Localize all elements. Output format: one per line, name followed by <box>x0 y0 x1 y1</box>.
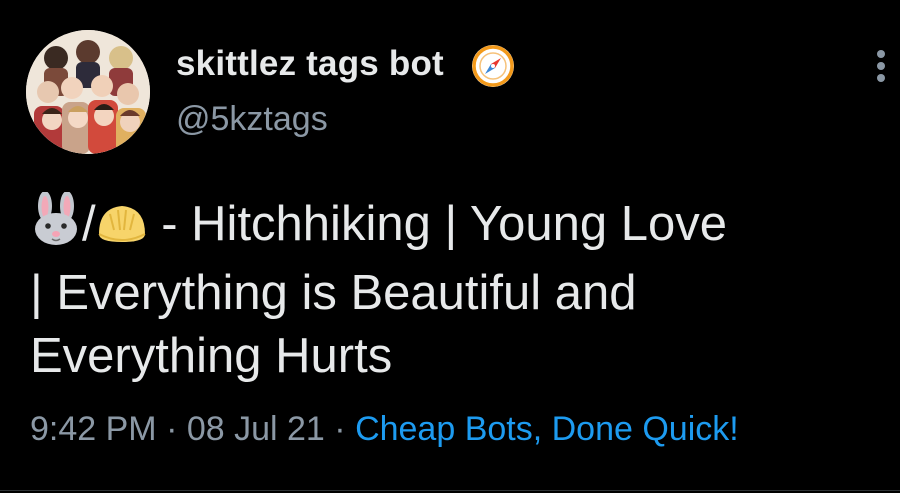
divider <box>0 490 900 491</box>
emoji-separator: / <box>82 197 96 251</box>
tweet-card[interactable]: skittlez tags bot @5kztags / - Hitchhiki… <box>0 0 900 493</box>
tweet-text: / - Hitchhiking | Young Love | Everythin… <box>30 191 880 388</box>
compass-icon <box>470 43 516 89</box>
meta-separator: · <box>156 410 187 448</box>
tweet-meta: 9:42 PM · 08 Jul 21 · Cheap Bots, Done Q… <box>30 410 739 449</box>
display-name[interactable]: skittlez tags bot <box>176 44 444 84</box>
tweet-time[interactable]: 9:42 PM <box>30 410 157 448</box>
more-options-icon[interactable] <box>868 46 894 86</box>
source-link[interactable]: Cheap Bots, Done Quick! <box>355 410 739 448</box>
tweet-text-line-2: | Everything is Beautiful and <box>30 266 637 320</box>
tweet-text-line-1: - Hitchhiking | Young Love <box>147 197 727 251</box>
tweet-text-line-3: Everything Hurts <box>30 329 393 383</box>
meta-separator: · <box>324 410 356 448</box>
tweet-date[interactable]: 08 Jul 21 <box>187 410 325 448</box>
user-handle[interactable]: @5kztags <box>176 100 328 139</box>
avatar[interactable] <box>26 30 150 154</box>
dumpling-icon <box>96 199 148 262</box>
rabbit-face-icon <box>30 191 82 262</box>
